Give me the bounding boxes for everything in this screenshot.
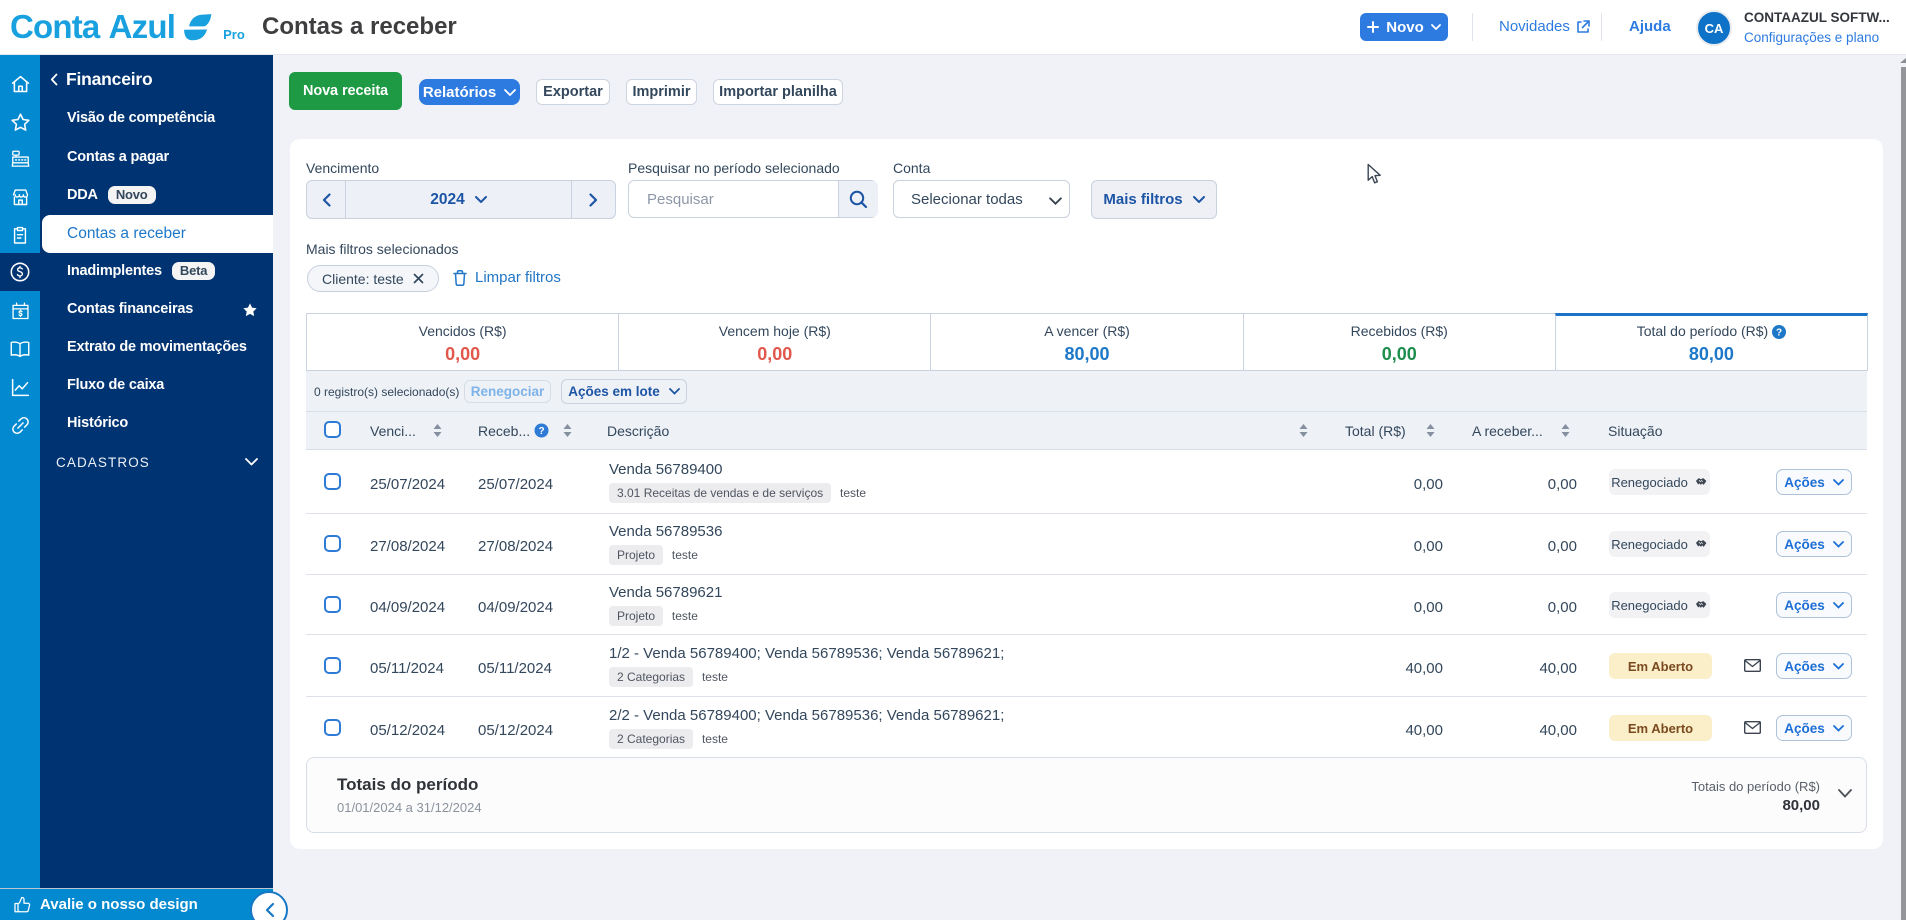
svg-text:?: ?: [538, 426, 544, 437]
svg-text:?: ?: [1776, 328, 1782, 339]
